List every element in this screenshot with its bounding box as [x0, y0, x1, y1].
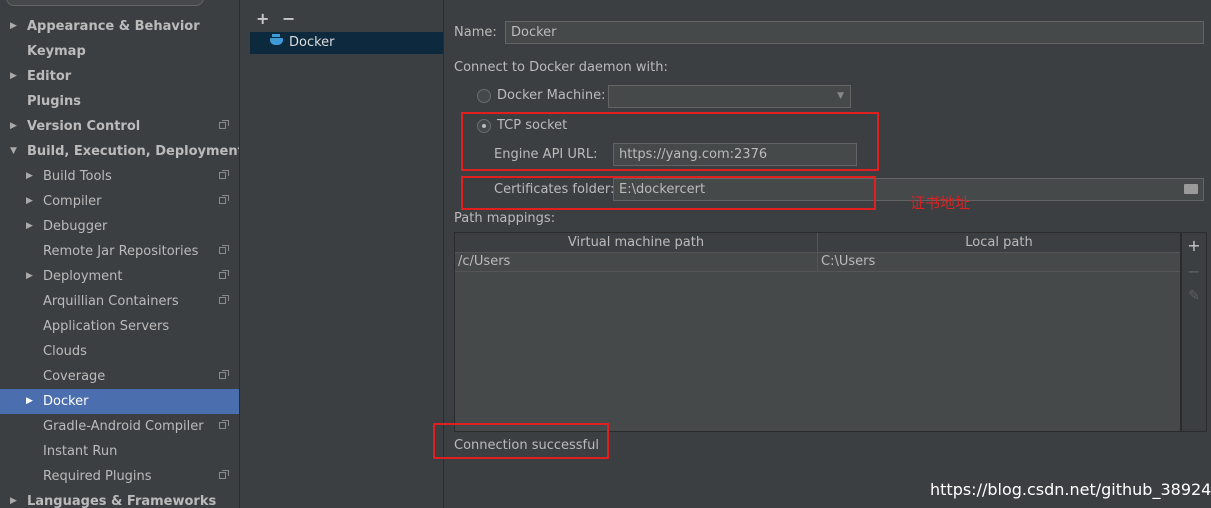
project-scope-icon: [219, 170, 229, 179]
sidebar-item-label: Clouds: [43, 344, 87, 359]
chevron-down-icon[interactable]: ▼: [10, 139, 17, 164]
project-scope-icon: [219, 295, 229, 304]
project-scope-icon: [219, 420, 229, 429]
name-field[interactable]: Docker: [505, 21, 1204, 44]
settings-search-input[interactable]: [6, 0, 204, 6]
sidebar-item[interactable]: ▶ Appearance & Behavior: [0, 14, 239, 39]
edit-pencil-icon[interactable]: ✎: [1183, 288, 1205, 304]
chevron-down-icon: ▼: [837, 91, 844, 101]
path-mappings-table: Virtual machine path Local path /c/Users…: [454, 232, 1181, 432]
connect-label: Connect to Docker daemon with:: [454, 60, 668, 75]
sidebar-item-label: Version Control: [27, 119, 141, 134]
sidebar-item[interactable]: Required Plugins: [0, 464, 239, 489]
docker-machine-label: Docker Machine:: [497, 88, 606, 103]
sidebar-item[interactable]: Arquillian Containers: [0, 289, 239, 314]
annotation-box-status: [433, 423, 609, 459]
sidebar-item[interactable]: Instant Run: [0, 439, 239, 464]
watermark: https://blog.csdn.net/github_38924695: [930, 480, 1211, 499]
sidebar-item-label: Arquillian Containers: [43, 294, 179, 309]
sidebar-item[interactable]: ▶ Editor: [0, 64, 239, 89]
sidebar-item-label: Docker: [43, 394, 89, 409]
sidebar-item-label: Remote Jar Repositories: [43, 244, 199, 259]
chevron-right-icon[interactable]: ▶: [10, 114, 17, 139]
docker-icon: [270, 34, 283, 45]
sidebar-item-label: Gradle-Android Compiler: [43, 419, 204, 434]
sidebar-item[interactable]: Remote Jar Repositories: [0, 239, 239, 264]
add-server-button[interactable]: +: [256, 9, 269, 28]
chevron-right-icon[interactable]: ▶: [26, 264, 33, 289]
sidebar-item[interactable]: Application Servers: [0, 314, 239, 339]
remove-mapping-button[interactable]: −: [1183, 262, 1205, 281]
sidebar-item-label: Build, Execution, Deployment: [27, 144, 240, 159]
cert-annotation: 证书地址: [910, 194, 971, 212]
column-header-local-path[interactable]: Local path: [818, 233, 1180, 253]
sidebar-item-label: Compiler: [43, 194, 102, 209]
sidebar-item-label: Coverage: [43, 369, 106, 384]
sidebar-item[interactable]: Gradle-Android Compiler: [0, 414, 239, 439]
sidebar-item[interactable]: ▶ Docker: [0, 389, 239, 414]
sidebar-item[interactable]: ▶ Version Control: [0, 114, 239, 139]
settings-tree: ▶ Appearance & Behavior Keymap ▶ Editor Plugi…: [0, 0, 240, 508]
add-mapping-button[interactable]: +: [1183, 236, 1205, 255]
docker-machine-radio[interactable]: [477, 89, 491, 103]
folder-icon[interactable]: [1184, 184, 1198, 194]
project-scope-icon: [219, 470, 229, 479]
sidebar-item-label: Editor: [27, 69, 72, 84]
path-mappings-label: Path mappings:: [454, 211, 556, 226]
sidebar-item-label: Keymap: [27, 44, 86, 59]
docker-server-list: [240, 0, 444, 508]
annotation-box-tcp: [461, 112, 879, 171]
annotation-box-cert: [461, 176, 876, 210]
docker-machine-select[interactable]: ▼: [608, 85, 851, 108]
sidebar-item-label: Languages & Frameworks: [27, 494, 217, 508]
table-cell-local-path[interactable]: C:\Users: [818, 252, 1180, 272]
project-scope-icon: [219, 270, 229, 279]
chevron-right-icon[interactable]: ▶: [26, 189, 33, 214]
sidebar-item[interactable]: ▶ Compiler: [0, 189, 239, 214]
sidebar-item[interactable]: ▶ Languages & Frameworks: [0, 489, 239, 508]
project-scope-icon: [219, 245, 229, 254]
column-header-vm-path[interactable]: Virtual machine path: [455, 233, 818, 253]
chevron-right-icon[interactable]: ▶: [26, 214, 33, 239]
chevron-right-icon[interactable]: ▶: [10, 14, 17, 39]
sidebar-item[interactable]: Plugins: [0, 89, 239, 114]
sidebar-item-label: Plugins: [27, 94, 81, 109]
sidebar-item[interactable]: Coverage: [0, 364, 239, 389]
project-scope-icon: [219, 120, 229, 129]
sidebar-item[interactable]: Keymap: [0, 39, 239, 64]
sidebar-item[interactable]: ▶ Debugger: [0, 214, 239, 239]
sidebar-item[interactable]: ▶ Deployment: [0, 264, 239, 289]
sidebar-item-label: Application Servers: [43, 319, 170, 334]
sidebar-item-label: Instant Run: [43, 444, 118, 459]
remove-server-button[interactable]: −: [282, 9, 295, 28]
sidebar-item-label: Appearance & Behavior: [27, 19, 200, 34]
sidebar-item-label: Debugger: [43, 219, 108, 234]
sidebar-item-label: Build Tools: [43, 169, 112, 184]
project-scope-icon: [219, 370, 229, 379]
sidebar-item[interactable]: Clouds: [0, 339, 239, 364]
chevron-right-icon[interactable]: ▶: [26, 164, 33, 189]
chevron-right-icon[interactable]: ▶: [10, 64, 17, 89]
chevron-right-icon[interactable]: ▶: [10, 489, 17, 508]
name-label: Name:: [454, 25, 497, 40]
sidebar-item[interactable]: ▼ Build, Execution, Deployment: [0, 139, 239, 164]
server-item-docker[interactable]: Docker: [250, 32, 443, 54]
table-cell-vm-path[interactable]: /c/Users: [455, 252, 818, 272]
server-item-label: Docker: [289, 35, 335, 50]
chevron-right-icon[interactable]: ▶: [26, 389, 33, 414]
sidebar-item[interactable]: ▶ Build Tools: [0, 164, 239, 189]
project-scope-icon: [219, 195, 229, 204]
sidebar-item-label: Deployment: [43, 269, 123, 284]
sidebar-item-label: Required Plugins: [43, 469, 152, 484]
